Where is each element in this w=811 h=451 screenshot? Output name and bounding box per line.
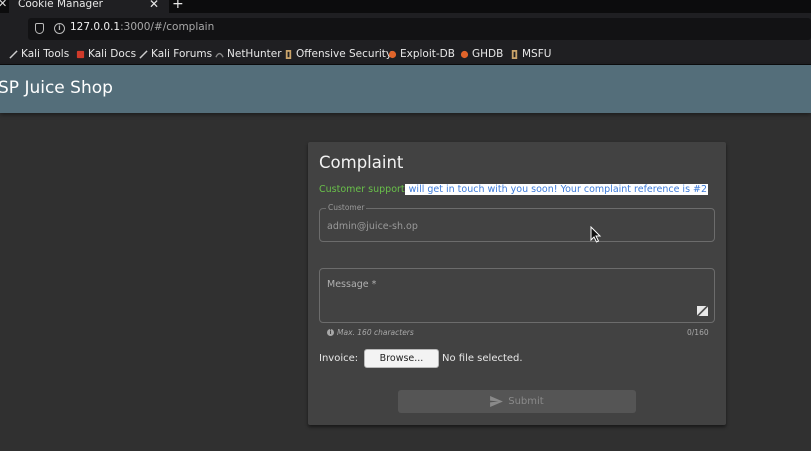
customer-field[interactable]: Customer admin@juice-sh.op — [319, 203, 715, 242]
exploitdb-icon — [388, 50, 397, 58]
app-title[interactable]: SP Juice Shop — [0, 78, 113, 98]
send-icon — [490, 396, 504, 407]
bookmark-kali-forums[interactable]: Kali Forums — [139, 48, 212, 60]
bookmark-label: MSFU — [522, 48, 552, 60]
bookmarks-toolbar: Kali Tools Kali Docs Kali Forums NetHunt… — [0, 45, 811, 65]
bookmark-label: Kali Tools — [21, 48, 70, 60]
msfu-icon — [511, 49, 518, 59]
bookmark-msfu[interactable]: MSFU — [510, 48, 551, 60]
kali-dragon-icon — [9, 49, 18, 59]
tab-close-icon[interactable]: ✕ — [149, 0, 159, 11]
ghdb-icon — [460, 50, 469, 58]
submit-button[interactable]: Submit — [398, 390, 636, 413]
url-text: 127.0.0.1:3000/#/complain — [70, 21, 214, 33]
file-status: No file selected. — [442, 353, 523, 364]
mouse-cursor-icon — [590, 226, 602, 243]
info-icon[interactable]: i — [54, 23, 65, 34]
message-textarea[interactable]: Message * — [319, 268, 715, 323]
bookmark-label: Exploit-DB — [400, 48, 455, 60]
nethunter-icon — [215, 52, 224, 58]
address-bar[interactable]: i 127.0.0.1:3000/#/complain — [28, 18, 811, 40]
close-icon[interactable]: ✕ — [0, 0, 7, 10]
browser-tab-bar: ✕ Cookie Manager ✕ + — [0, 0, 811, 13]
new-tab-icon[interactable]: + — [172, 0, 184, 12]
bookmark-label: Kali Forums — [151, 48, 213, 60]
kali-dragon-icon — [139, 49, 148, 59]
bookmark-label: Kali Docs — [88, 48, 137, 60]
app-toolbar: SP Juice Shop — [0, 65, 811, 113]
confirmation-text: Customer support — [319, 184, 405, 195]
invoice-label: Invoice: — [319, 353, 359, 364]
bookmark-exploit-db[interactable]: Exploit-DB — [388, 48, 455, 60]
url-host: 127.0.0.1 — [70, 21, 121, 33]
resize-handle-icon[interactable] — [697, 306, 708, 316]
message-label: Message * — [327, 279, 377, 290]
page-title: Complaint — [319, 153, 404, 172]
bookmark-ghdb[interactable]: GHDB — [460, 48, 503, 60]
customer-label: Customer — [326, 203, 367, 212]
bookmark-kali-tools[interactable]: Kali Tools — [9, 48, 69, 60]
navigation-bar: i 127.0.0.1:3000/#/complain — [0, 13, 811, 45]
selected-confirmation-text: will get in touch with you soon! Your co… — [404, 184, 709, 195]
browse-button[interactable]: Browse... — [364, 349, 439, 368]
customer-value: admin@juice-sh.op — [327, 221, 418, 232]
url-path: :3000/#/complain — [120, 21, 215, 33]
tab-title: Cookie Manager — [18, 0, 103, 10]
bookmark-label: GHDB — [472, 48, 504, 60]
browser-tab[interactable]: Cookie Manager ✕ — [9, 0, 169, 13]
offsec-icon — [285, 49, 292, 59]
bookmark-nethunter[interactable]: NetHunter — [215, 48, 282, 60]
kali-docs-icon — [76, 50, 85, 58]
shield-icon[interactable] — [35, 23, 44, 34]
bookmark-label: NetHunter — [227, 48, 282, 60]
submit-label: Submit — [508, 396, 544, 407]
bookmark-offensive-security[interactable]: Offensive Security — [284, 48, 392, 60]
hint-text: Max. 160 characters — [337, 328, 414, 337]
bookmark-label: Offensive Security — [296, 48, 393, 60]
confirmation-message: Customer support will get in touch with … — [319, 184, 709, 195]
complaint-card: Complaint Customer support will get in t… — [308, 142, 726, 425]
message-hint: i Max. 160 characters — [327, 328, 414, 337]
character-counter: 0/160 — [687, 328, 709, 337]
bookmark-kali-docs[interactable]: Kali Docs — [76, 48, 136, 60]
info-icon: i — [327, 329, 334, 336]
